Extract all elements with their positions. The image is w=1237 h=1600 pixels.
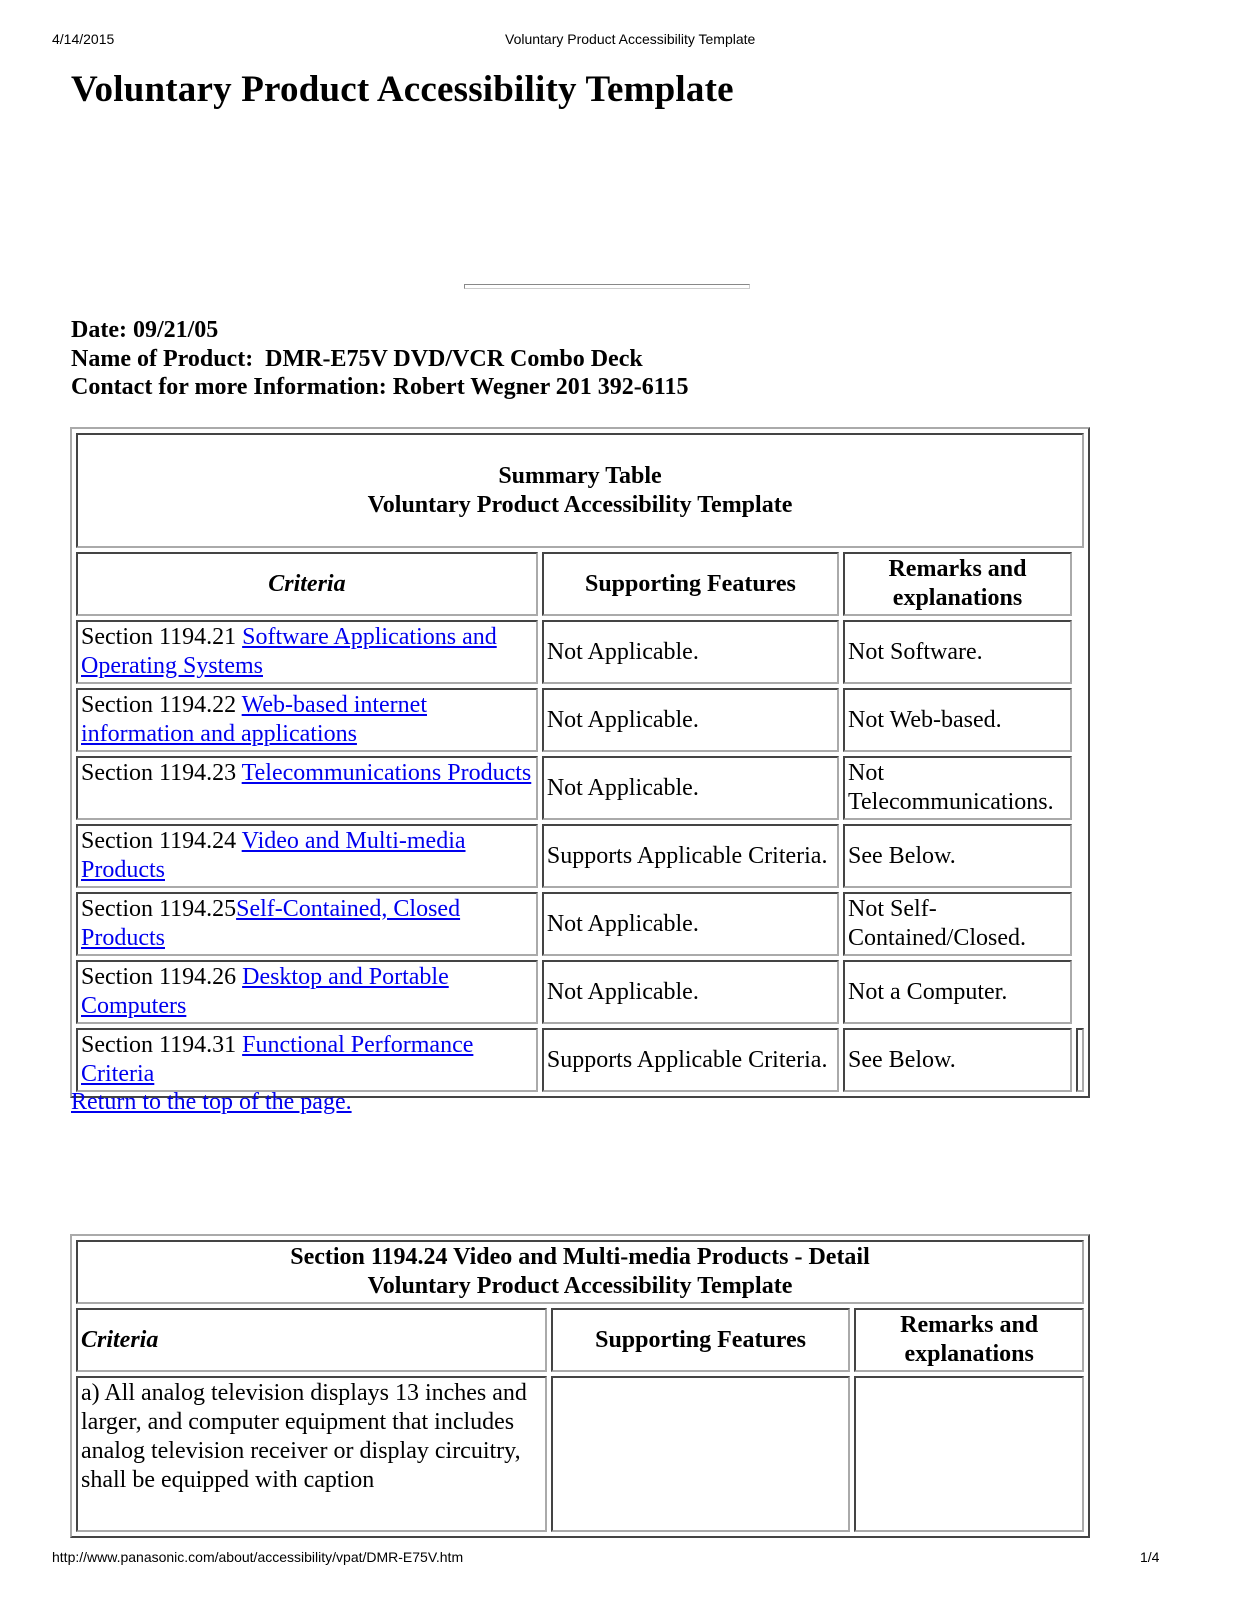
criteria-cell: Section 1194.24 Video and Multi-media Pr… (76, 824, 538, 888)
detail-remarks-cell (854, 1376, 1084, 1532)
header-remarks-line2: explanations (892, 585, 1023, 611)
summary-title-cell: Summary Table Voluntary Product Accessib… (76, 433, 1084, 548)
criteria-cell: Section 1194.23 Telecommunications Produ… (76, 756, 538, 820)
print-footer-url: http://www.panasonic.com/about/accessibi… (52, 1549, 464, 1565)
detail-header-remarks-line1: Remarks and (900, 1312, 1039, 1338)
spacer-cell (1076, 892, 1084, 956)
detail-header-criteria: Criteria (76, 1308, 547, 1372)
page-title: Voluntary Product Accessibility Template (71, 69, 734, 110)
print-footer-page-number: 1/4 (1140, 1549, 1160, 1565)
section-number: Section 1194.26 (81, 964, 243, 990)
supporting-features-cell: Supports Applicable Criteria. (541, 1028, 840, 1092)
header-supporting-features: Supporting Features (541, 552, 840, 616)
detail-table: Section 1194.24 Video and Multi-media Pr… (70, 1234, 1090, 1538)
section-number: Section 1194.22 (81, 692, 242, 718)
detail-criteria-cell: a) All analog television displays 13 inc… (76, 1376, 547, 1532)
remarks-cell: See Below. (843, 1028, 1072, 1092)
summary-table: Summary Table Voluntary Product Accessib… (70, 427, 1090, 1098)
spacer-cell (1076, 620, 1084, 684)
section-number: Section 1194.31 (81, 1032, 243, 1058)
info-contact: Contact for more Information: Robert Weg… (71, 374, 689, 400)
spacer-cell (1076, 756, 1084, 820)
header-remarks-line1: Remarks and (888, 556, 1027, 582)
summary-table-row: Section 1194.31 Functional Performance C… (76, 1028, 1084, 1092)
remarks-cell: Not Software. (843, 620, 1072, 684)
summary-table-row: Section 1194.24 Video and Multi-media Pr… (76, 824, 1084, 888)
remarks-cell: Not a Computer. (843, 960, 1072, 1024)
summary-table-row: Section 1194.22 Web-based internet infor… (76, 688, 1084, 752)
summary-table-row: Section 1194.21 Software Applications an… (76, 620, 1084, 684)
horizontal-rule (464, 284, 750, 289)
summary-title-line1: Summary Table (498, 462, 662, 489)
spacer-cell (1076, 824, 1084, 888)
print-header-date: 4/14/2015 (52, 31, 115, 47)
section-number: Section 1194.24 (81, 828, 242, 854)
remarks-cell: See Below. (843, 824, 1072, 888)
remarks-cell: Not Telecommunications. (843, 756, 1072, 820)
detail-title-line1: Section 1194.24 Video and Multi-media Pr… (290, 1244, 870, 1270)
criteria-cell: Section 1194.25Self-Contained, Closed Pr… (76, 892, 538, 956)
detail-header-supporting-features: Supporting Features (550, 1308, 851, 1372)
spacer-cell (1076, 688, 1084, 752)
supporting-features-cell: Not Applicable. (541, 960, 840, 1024)
info-date: Date: 09/21/05 (71, 317, 219, 343)
section-link[interactable]: Telecommunications Products (242, 760, 532, 786)
summary-title-line2: Voluntary Product Accessibility Template (367, 491, 793, 518)
detail-header-row: Criteria Supporting Features Remarks and… (76, 1308, 1084, 1372)
supporting-features-cell: Supports Applicable Criteria. (541, 824, 840, 888)
section-number: Section 1194.21 (81, 624, 243, 650)
spacer-cell (1076, 552, 1084, 616)
supporting-features-cell: Not Applicable. (541, 756, 840, 820)
criteria-cell: Section 1194.22 Web-based internet infor… (76, 688, 538, 752)
detail-table-row: a) All analog television displays 13 inc… (76, 1376, 1084, 1532)
criteria-cell: Section 1194.31 Functional Performance C… (76, 1028, 538, 1092)
supporting-features-cell: Not Applicable. (541, 688, 840, 752)
criteria-cell: Section 1194.21 Software Applications an… (76, 620, 538, 684)
header-criteria: Criteria (76, 552, 538, 616)
detail-title-cell: Section 1194.24 Video and Multi-media Pr… (76, 1240, 1084, 1304)
spacer-cell (1076, 960, 1084, 1024)
detail-header-remarks-line2: explanations (904, 1341, 1034, 1367)
detail-title-row: Section 1194.24 Video and Multi-media Pr… (76, 1240, 1084, 1304)
criteria-cell: Section 1194.26 Desktop and Portable Com… (76, 960, 538, 1024)
print-header-title: Voluntary Product Accessibility Template (505, 31, 756, 47)
supporting-features-cell: Not Applicable. (541, 892, 840, 956)
supporting-features-cell: Not Applicable. (541, 620, 840, 684)
empty-cell (1075, 1028, 1084, 1092)
detail-supporting-features-cell (550, 1376, 851, 1532)
product-info: Date: 09/21/05 Name of Product: DMR-E75V… (71, 316, 688, 402)
detail-header-remarks: Remarks and explanations (854, 1308, 1084, 1372)
summary-table-row: Section 1194.23 Telecommunications Produ… (76, 756, 1084, 820)
summary-header-row: Criteria Supporting Features Remarks and… (76, 552, 1084, 616)
section-number: Section 1194.25 (81, 896, 237, 922)
remarks-cell: Not Web-based. (843, 688, 1072, 752)
summary-table-row: Section 1194.25Self-Contained, Closed Pr… (76, 892, 1084, 956)
summary-table-row: Section 1194.26 Desktop and Portable Com… (76, 960, 1084, 1024)
summary-title-row: Summary Table Voluntary Product Accessib… (76, 433, 1084, 548)
detail-title-line2: Voluntary Product Accessibility Template (367, 1273, 793, 1299)
info-product-name: Name of Product: DMR-E75V DVD/VCR Combo … (71, 345, 643, 372)
header-remarks: Remarks and explanations (843, 552, 1072, 616)
section-number: Section 1194.23 (81, 760, 242, 786)
return-to-top-link[interactable]: Return to the top of the page. (71, 1089, 352, 1116)
remarks-cell: Not Self-Contained/Closed. (843, 892, 1072, 956)
